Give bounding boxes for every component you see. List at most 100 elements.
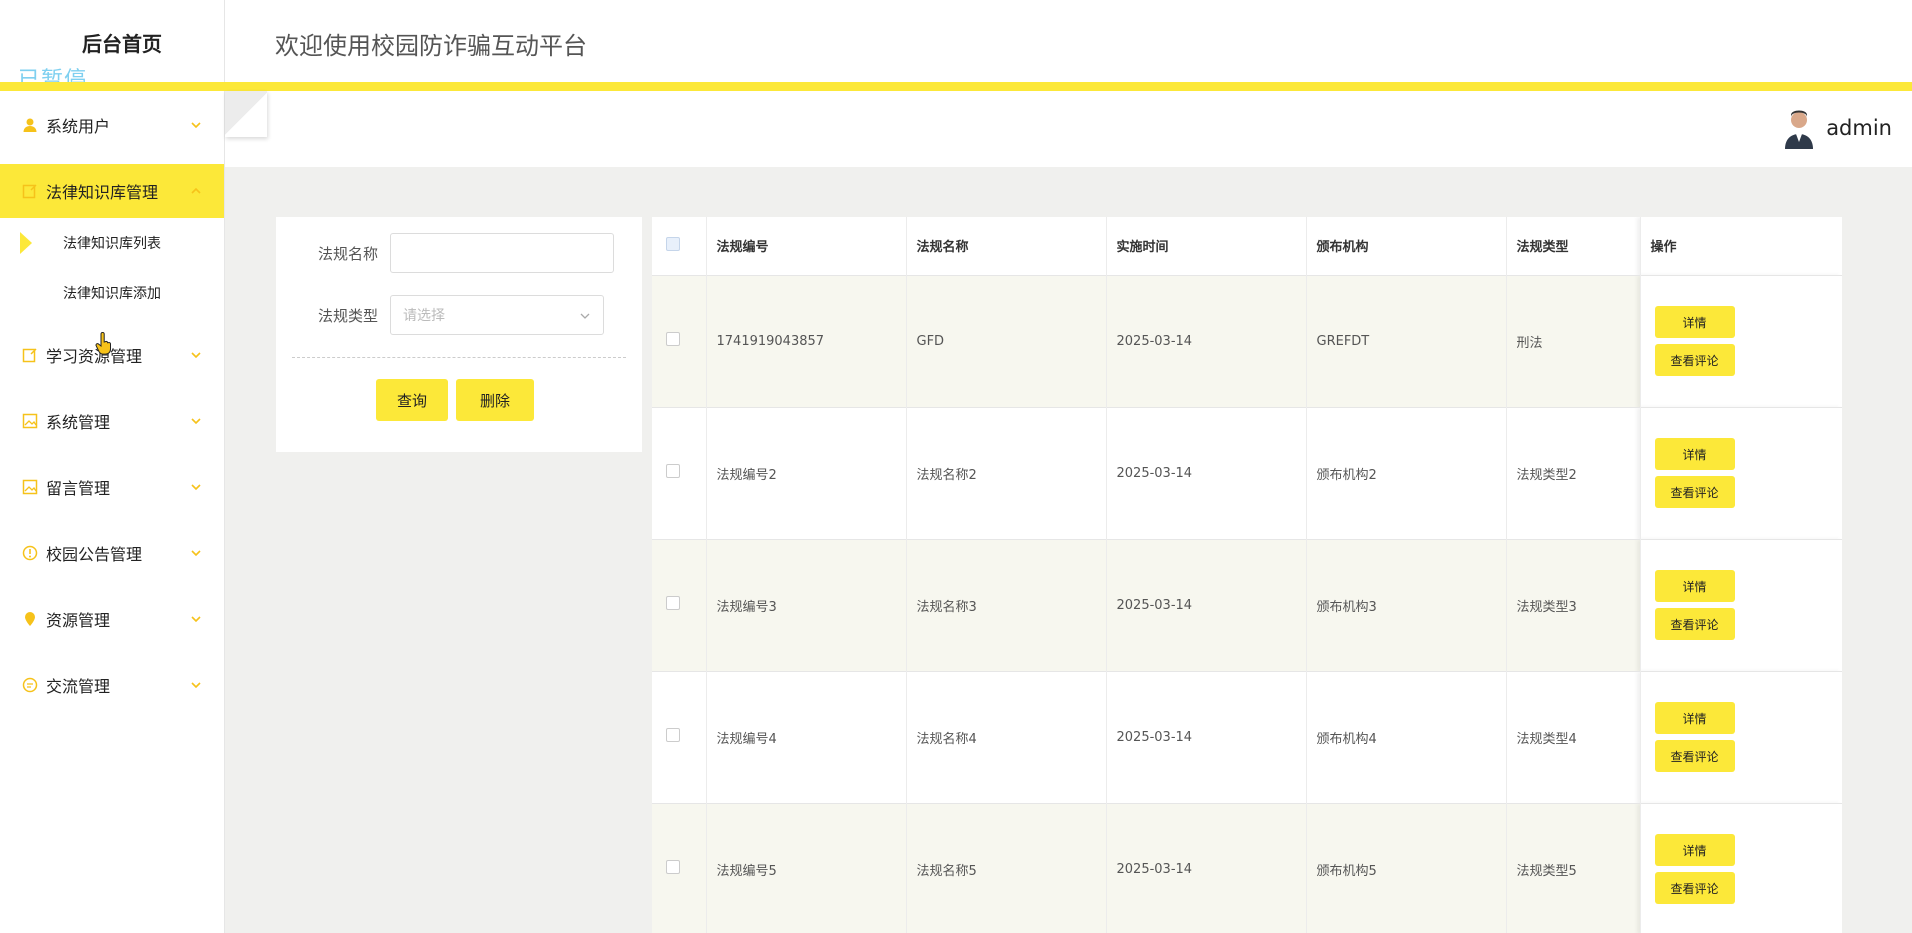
cell-date: 2025-03-14 <box>1106 670 1307 803</box>
sidebar-item-label: 系统用户 <box>46 117 111 136</box>
chevron-down-icon <box>191 418 201 425</box>
row-select-cell <box>652 274 707 407</box>
column-header: 实施时间 <box>1106 217 1307 275</box>
view-comments-button[interactable]: 查看评论 <box>1654 608 1735 640</box>
name-filter-label: 法规名称 <box>317 244 378 263</box>
username: admin <box>1826 116 1892 140</box>
sidebar-item-label: 系统管理 <box>46 413 111 432</box>
law-table: 法规编号 法规名称 实施时间 颁布机构 法规类型 操作 174191904385… <box>652 217 1842 933</box>
row-select-cell <box>652 670 707 803</box>
chevron-down-icon <box>191 352 201 359</box>
row-select-cell <box>652 538 707 671</box>
delete-button[interactable]: 删除 <box>456 379 534 421</box>
accent-strip <box>0 82 1912 91</box>
cell-code: 法规编号4 <box>706 670 907 803</box>
row-checkbox[interactable] <box>666 332 680 346</box>
detail-button[interactable]: 详情 <box>1654 702 1735 734</box>
law-name-input[interactable] <box>390 233 614 273</box>
select-all-cell <box>652 217 707 275</box>
law-type-select[interactable]: 请选择 <box>390 295 604 335</box>
sidebar-item-law-knowledge[interactable]: 法律知识库管理 <box>0 164 224 218</box>
row-select-cell <box>652 406 707 539</box>
table-row: 法规编号5 法规名称5 2025-03-14 颁布机构5 法规类型5 详情 查看… <box>652 802 1842 933</box>
detail-button[interactable]: 详情 <box>1654 570 1735 602</box>
view-comments-button[interactable]: 查看评论 <box>1654 872 1735 905</box>
user-menu[interactable]: admin <box>1782 107 1892 149</box>
sidebar-item-campus-notice[interactable]: 校园公告管理 <box>0 526 224 580</box>
chevron-down-icon <box>191 484 201 491</box>
top-header: 欢迎使用校园防诈骗互动平台 <box>225 0 1912 82</box>
page-title: 欢迎使用校园防诈骗互动平台 <box>275 32 587 60</box>
name-filter-row: 法规名称 <box>276 233 614 273</box>
page-fold-icon <box>225 91 267 137</box>
table-row: 1741919043857 GFD 2025-03-14 GREFDT 刑法 详… <box>652 274 1842 407</box>
active-marker-icon <box>20 232 32 254</box>
cell-name: 法规名称5 <box>906 802 1107 933</box>
cell-code: 法规编号2 <box>706 406 907 539</box>
select-placeholder: 请选择 <box>403 308 445 324</box>
submenu-law-list[interactable]: 法律知识库列表 <box>0 218 224 268</box>
detail-button[interactable]: 详情 <box>1654 438 1735 470</box>
avatar <box>1782 107 1817 149</box>
sidebar-item-label: 留言管理 <box>46 479 111 498</box>
row-checkbox[interactable] <box>666 728 680 742</box>
submenu-label: 法律知识库添加 <box>63 286 161 302</box>
column-header: 法规名称 <box>906 217 1107 275</box>
cell-name: GFD <box>906 274 1107 407</box>
edit-doc-icon <box>22 183 38 199</box>
cell-actions: 详情 查看评论 <box>1640 538 1842 671</box>
row-checkbox[interactable] <box>666 596 680 610</box>
image-icon <box>22 479 38 495</box>
sidebar-item-resource-management[interactable]: 资源管理 <box>0 592 224 646</box>
law-submenu: 法律知识库列表 法律知识库添加 <box>0 218 224 318</box>
sidebar-item-message-management[interactable]: 留言管理 <box>0 460 224 514</box>
table-row: 法规编号4 法规名称4 2025-03-14 颁布机构4 法规类型4 详情 查看… <box>652 670 1842 803</box>
cell-date: 2025-03-14 <box>1106 802 1307 933</box>
table-row: 法规编号2 法规名称2 2025-03-14 颁布机构2 法规类型2 详情 查看… <box>652 406 1842 539</box>
sidebar-menu: 系统用户 法律知识库管理 法律知识库列表 法律知识库添加 学习资源管理 系统管理… <box>0 98 224 712</box>
cell-type: 法规类型2 <box>1506 406 1641 539</box>
sidebar-item-system-management[interactable]: 系统管理 <box>0 394 224 448</box>
cell-date: 2025-03-14 <box>1106 274 1307 407</box>
cell-code: 1741919043857 <box>706 274 907 407</box>
table-header-row: 法规编号 法规名称 实施时间 颁布机构 法规类型 操作 <box>652 217 1842 275</box>
cell-date: 2025-03-14 <box>1106 538 1307 671</box>
info-icon <box>22 545 38 561</box>
sidebar-item-communication[interactable]: 交流管理 <box>0 658 224 712</box>
row-checkbox[interactable] <box>666 860 680 875</box>
select-all-checkbox[interactable] <box>666 236 680 251</box>
cell-type: 法规类型5 <box>1506 802 1641 933</box>
chevron-down-icon <box>191 616 201 623</box>
cell-actions: 详情 查看评论 <box>1640 670 1842 803</box>
divider <box>292 357 626 358</box>
view-comments-button[interactable]: 查看评论 <box>1654 740 1735 772</box>
view-comments-button[interactable]: 查看评论 <box>1654 344 1735 376</box>
sidebar-item-label: 交流管理 <box>46 677 111 696</box>
search-panel: 法规名称 法规类型 请选择 查询 删除 <box>276 217 642 452</box>
cell-actions: 详情 查看评论 <box>1640 406 1842 539</box>
cell-type: 法规类型3 <box>1506 538 1641 671</box>
home-link[interactable]: 后台首页 <box>0 0 224 84</box>
view-comments-button[interactable]: 查看评论 <box>1654 476 1735 508</box>
cell-name: 法规名称3 <box>906 538 1107 671</box>
cell-org: 颁布机构3 <box>1306 538 1507 671</box>
column-header: 法规类型 <box>1506 217 1641 275</box>
sidebar-item-label: 资源管理 <box>46 611 111 630</box>
detail-button[interactable]: 详情 <box>1654 306 1735 338</box>
chevron-down-icon <box>580 313 590 319</box>
chat-icon <box>22 677 38 693</box>
data-table: 法规编号 法规名称 实施时间 颁布机构 法规类型 操作 174191904385… <box>652 217 1842 933</box>
row-checkbox[interactable] <box>666 464 680 478</box>
sidebar-item-system-users[interactable]: 系统用户 <box>0 98 224 152</box>
hand-cursor-icon <box>95 332 111 355</box>
detail-button[interactable]: 详情 <box>1654 834 1735 867</box>
image-icon <box>22 413 38 429</box>
edit-doc-icon <box>22 347 38 363</box>
column-header: 法规编号 <box>706 217 907 275</box>
submenu-law-add[interactable]: 法律知识库添加 <box>0 268 224 318</box>
type-filter-row: 法规类型 请选择 <box>276 295 604 335</box>
query-button[interactable]: 查询 <box>376 379 448 421</box>
cell-actions: 详情 查看评论 <box>1640 802 1842 933</box>
sidebar-item-label: 学习资源管理 <box>46 347 143 366</box>
location-pin-icon <box>22 611 38 627</box>
